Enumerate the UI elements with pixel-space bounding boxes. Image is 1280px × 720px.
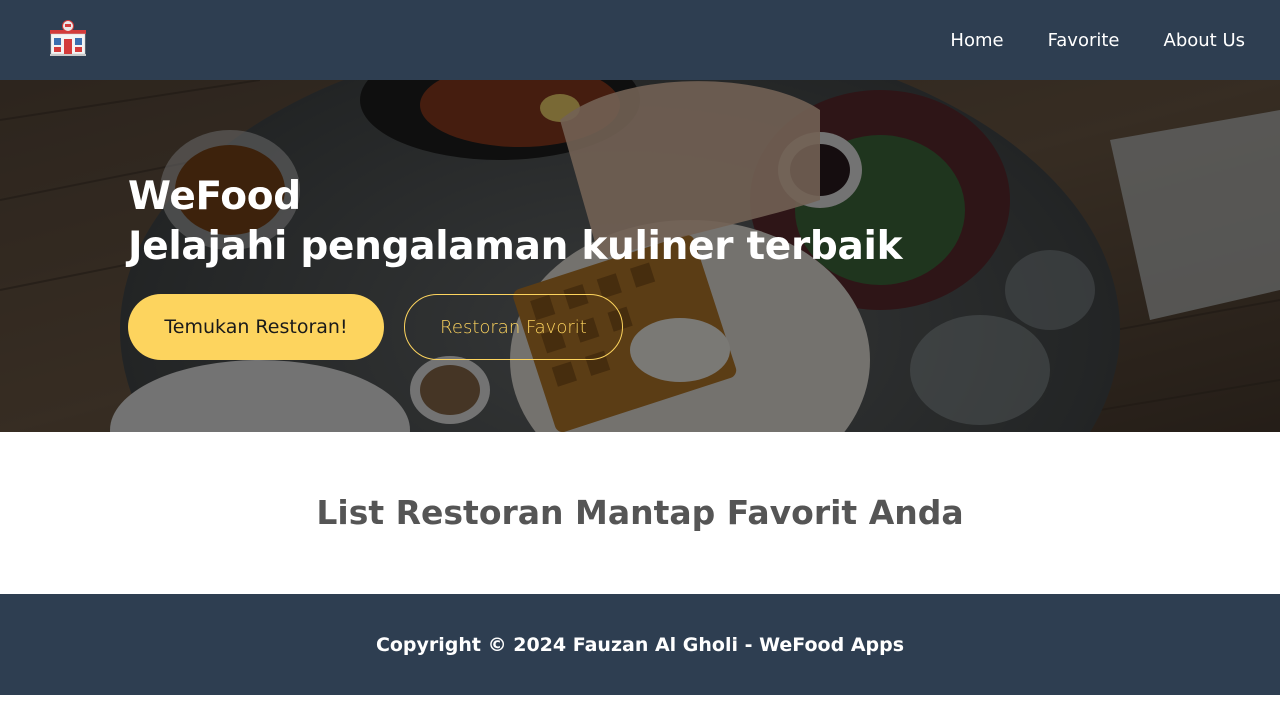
hero-buttons: Temukan Restoran! Restoran Favorit <box>128 294 623 360</box>
hero-section: WeFood Jelajahi pengalaman kuliner terba… <box>0 80 1280 432</box>
nav-home-link[interactable]: Home <box>950 30 1003 51</box>
hero-heading: WeFood Jelajahi pengalaman kuliner terba… <box>128 172 903 272</box>
hero-title-brand: WeFood <box>128 174 301 219</box>
hero-title-tagline: Jelajahi pengalaman kuliner terbaik <box>128 224 903 269</box>
find-restaurant-button[interactable]: Temukan Restoran! <box>128 294 384 360</box>
nav-about-link[interactable]: About Us <box>1164 30 1246 51</box>
main-nav: Home Favorite About Us <box>950 0 1245 80</box>
favorite-list-title: List Restoran Mantap Favorit Anda <box>316 493 964 532</box>
copyright-text: Copyright © 2024 Fauzan Al Gholi - WeFoo… <box>375 633 905 656</box>
navbar: Home Favorite About Us <box>0 0 1280 80</box>
favorite-restaurant-button[interactable]: Restoran Favorit <box>404 294 623 360</box>
restaurant-logo-icon[interactable] <box>48 20 88 56</box>
footer: Copyright © 2024 Fauzan Al Gholi - WeFoo… <box>0 594 1280 695</box>
nav-favorite-link[interactable]: Favorite <box>1048 30 1120 51</box>
